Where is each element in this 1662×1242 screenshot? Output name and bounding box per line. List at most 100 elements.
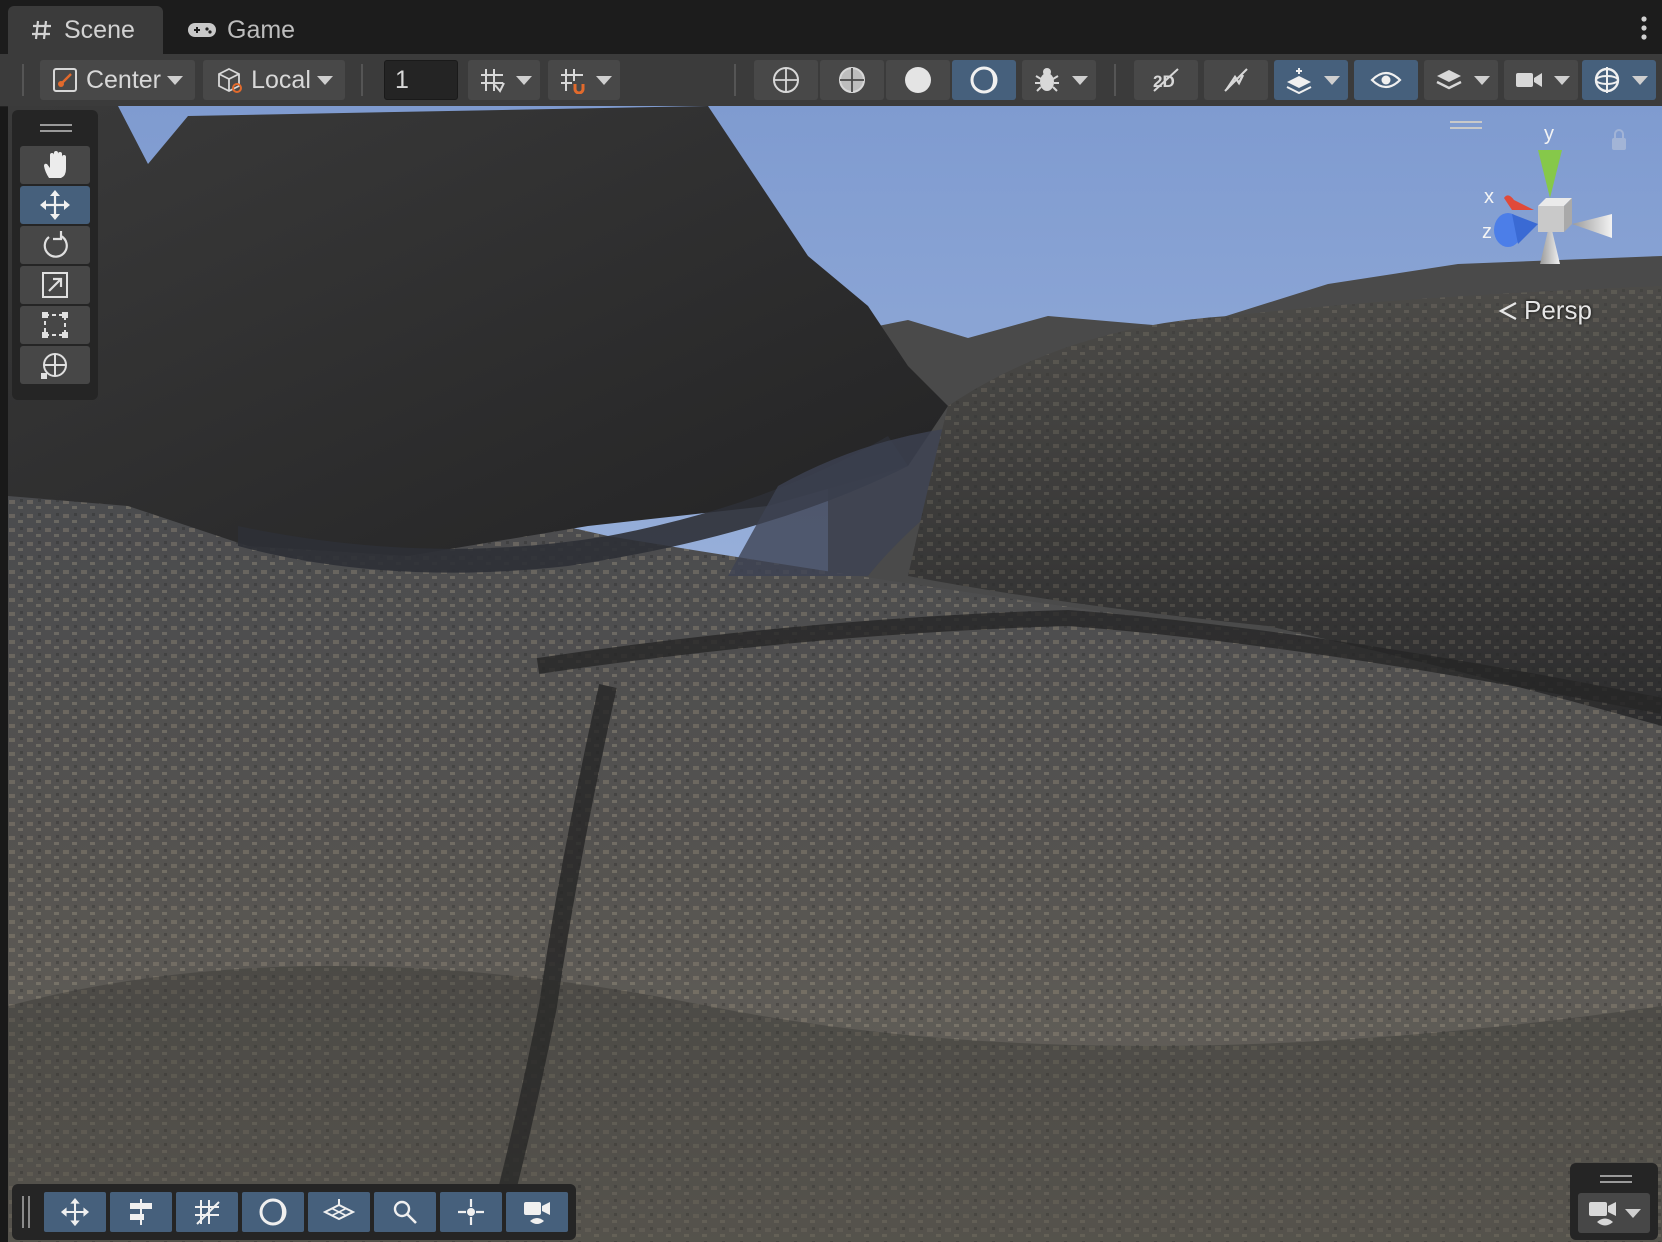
2d-icon: 2D: [1153, 68, 1179, 92]
scene-toolbar: Center Local 1: [0, 54, 1662, 107]
gizmo-sphere-icon: [1594, 67, 1620, 93]
rotate-tool-button[interactable]: [20, 226, 90, 264]
move-arrows-icon: [40, 190, 70, 220]
toggle-lighting-button[interactable]: [1204, 60, 1268, 100]
camera-icon: [1516, 73, 1542, 87]
lit-sphere-icon: [970, 66, 998, 94]
overlay-camera-button[interactable]: [506, 1192, 568, 1232]
overlay-drag-handle[interactable]: [1600, 1175, 1632, 1183]
camera-eye-icon: [1589, 1202, 1616, 1226]
shaded-wireframe-sphere-icon: [839, 67, 865, 93]
chevron-down-icon: [596, 75, 612, 85]
grid-icon: [481, 69, 505, 93]
chevron-down-icon: [316, 75, 333, 85]
rendering-mode-button[interactable]: [952, 60, 1016, 100]
more-vertical-icon[interactable]: [1636, 14, 1652, 42]
pivot-rotation-label: Local: [251, 65, 311, 94]
chevron-down-icon: [516, 75, 532, 85]
tab-bar: Scene Game: [0, 0, 1662, 54]
lock-icon[interactable]: [1612, 129, 1626, 150]
chevron-left-icon: [1498, 301, 1517, 320]
shaded-wireframe-button[interactable]: [820, 60, 884, 100]
scale-tool-button[interactable]: [20, 266, 90, 304]
overlay-search-button[interactable]: [374, 1192, 436, 1232]
wireframe-shading-button[interactable]: [754, 60, 818, 100]
overlay-grip[interactable]: [22, 1196, 30, 1228]
gamepad-icon: [188, 23, 216, 37]
tab-scene[interactable]: Scene: [8, 6, 163, 54]
rotate-icon: [43, 231, 68, 258]
move-tool-button[interactable]: [20, 186, 90, 224]
scene-viewport[interactable]: [8, 106, 1662, 1242]
pivot-cross-icon: [458, 1199, 484, 1225]
bug-icon: [1035, 68, 1059, 92]
chevron-down-icon: [1554, 75, 1570, 85]
rect-transform-icon: [42, 312, 68, 338]
grid-snap-icon: [561, 69, 585, 94]
overlay-drag-handle[interactable]: [40, 124, 72, 132]
camera-overlay: [1570, 1163, 1658, 1240]
hand-icon: [44, 151, 66, 178]
overlay-pivot-button[interactable]: [440, 1192, 502, 1232]
overlay-orientation-button[interactable]: [308, 1192, 370, 1232]
overlay-grid-button[interactable]: [176, 1192, 238, 1232]
tab-game-label: Game: [227, 15, 296, 44]
transform-tool-button[interactable]: [20, 346, 90, 384]
tab-game[interactable]: Game: [165, 6, 310, 54]
move-arrows-icon: [60, 1197, 90, 1227]
tool-settings-icon: [130, 1199, 152, 1225]
layers-icon: [1436, 70, 1462, 90]
pivot-center-icon: [52, 68, 77, 92]
chevron-down-icon: [1324, 75, 1340, 85]
pivot-mode-dropdown[interactable]: Center: [40, 60, 195, 100]
rect-tool-button[interactable]: [20, 306, 90, 344]
bottom-overlay-toolbar: [12, 1184, 576, 1240]
pivot-rotation-dropdown[interactable]: Local: [203, 60, 345, 100]
overlay-view-options-button[interactable]: [242, 1192, 304, 1232]
cameras-dropdown[interactable]: [1578, 1193, 1650, 1233]
chevron-down-icon: [167, 75, 184, 85]
local-cube-icon: [218, 67, 243, 93]
gizmo-z-label: z: [1482, 221, 1492, 243]
shaded-button[interactable]: [886, 60, 950, 100]
tools-overlay: [12, 110, 98, 400]
chevron-down-icon: [1625, 1208, 1641, 1218]
pivot-mode-label: Center: [85, 65, 162, 94]
wireframe-sphere-icon: [773, 67, 799, 93]
gizmos-dropdown[interactable]: [1582, 60, 1656, 100]
camera-preview-icon: [524, 1202, 550, 1224]
debug-draw-mode-dropdown[interactable]: [1022, 60, 1096, 100]
chevron-down-icon: [1632, 75, 1648, 85]
layers-dropdown[interactable]: [1424, 60, 1498, 100]
toolbar-separator: [734, 64, 736, 96]
grid-snap-dropdown[interactable]: [548, 60, 620, 100]
gizmo-x-label: x: [1484, 186, 1494, 208]
transform-icon: [41, 353, 67, 379]
grid-visibility-dropdown[interactable]: [468, 60, 540, 100]
toggle-2d-button[interactable]: 2D: [1134, 60, 1198, 100]
scene-effects-dropdown[interactable]: [1274, 60, 1348, 100]
scale-icon: [42, 272, 68, 298]
snap-increment-value: 1: [395, 65, 409, 94]
hand-tool-button[interactable]: [20, 146, 90, 184]
projection-toggle[interactable]: Persp: [1498, 295, 1592, 326]
toolbar-grip[interactable]: [22, 64, 24, 96]
orientation-gizmo[interactable]: x y z: [1460, 118, 1640, 318]
scene-visibility-button[interactable]: [1354, 60, 1418, 100]
lit-sphere-icon: [259, 1198, 287, 1226]
gizmo-y-label: y: [1544, 123, 1554, 145]
chevron-down-icon: [1072, 75, 1088, 85]
overlay-tools-button[interactable]: [44, 1192, 106, 1232]
projection-label: Persp: [1524, 295, 1592, 325]
shaded-sphere-icon: [905, 67, 931, 93]
camera-settings-dropdown[interactable]: [1504, 60, 1578, 100]
chevron-down-icon: [1474, 75, 1490, 85]
grid-snapping-icon: [195, 1200, 220, 1225]
toolbar-separator: [361, 64, 363, 96]
eye-icon: [1370, 71, 1402, 89]
snap-increment-input[interactable]: 1: [384, 60, 458, 100]
overlay-tool-settings-button[interactable]: [110, 1192, 172, 1232]
terrain-render: [8, 106, 1662, 1242]
toolbar-separator: [1114, 64, 1116, 96]
hash-icon: [32, 20, 51, 40]
